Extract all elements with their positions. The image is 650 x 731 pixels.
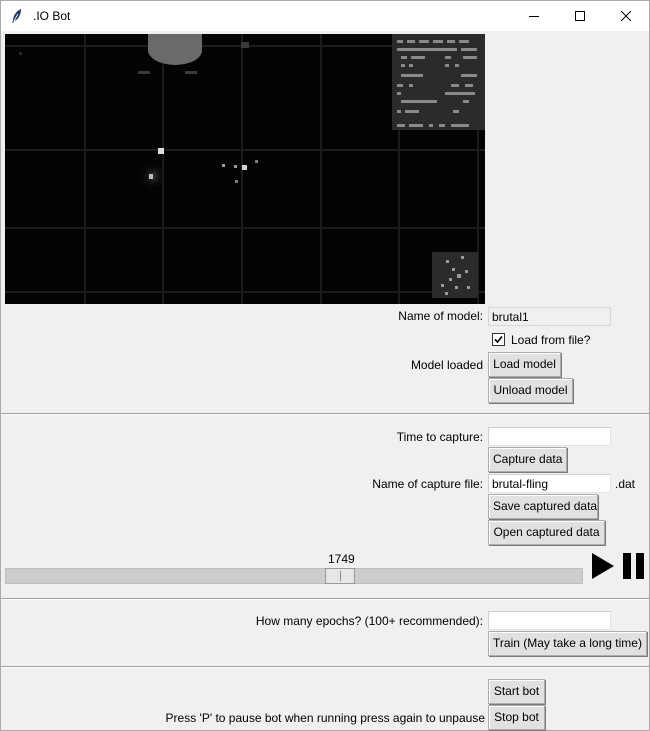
model-name-field[interactable]: brutal1 — [488, 307, 611, 326]
section-divider — [1, 666, 649, 668]
title-bar[interactable]: .IO Bot — [1, 1, 649, 31]
load-from-file-label: Load from file? — [511, 333, 591, 347]
epochs-label: How many epochs? (100+ recommended): — [255, 614, 483, 628]
model-status-text: Model loaded — [410, 358, 483, 372]
maximize-button[interactable] — [557, 1, 603, 31]
frame-slider-thumb[interactable] — [325, 568, 355, 584]
epochs-input[interactable] — [488, 611, 611, 630]
open-captured-data-button[interactable]: Open captured data — [488, 520, 605, 545]
capture-file-input[interactable]: brutal-fling — [488, 474, 611, 493]
close-icon — [621, 11, 631, 21]
train-button[interactable]: Train (May take a long time) — [488, 631, 647, 656]
capture-time-input[interactable] — [488, 427, 611, 446]
model-name-label: Name of model: — [398, 309, 483, 323]
file-extension-label: .dat — [615, 477, 636, 491]
minimize-button[interactable] — [511, 1, 557, 31]
load-model-button[interactable]: Load model — [488, 352, 561, 377]
game-capture-view — [5, 34, 485, 304]
app-window: .IO Bot Name of model: brutal1 Load from… — [0, 0, 650, 731]
window-title: .IO Bot — [33, 9, 71, 23]
section-divider — [1, 413, 649, 415]
stop-bot-button[interactable]: Stop bot — [488, 705, 545, 730]
pause-icon[interactable] — [621, 551, 647, 584]
close-button[interactable] — [603, 1, 649, 31]
frame-value-label: 1749 — [328, 552, 355, 566]
save-captured-data-button[interactable]: Save captured data — [488, 494, 598, 519]
checkmark-icon — [494, 335, 503, 344]
maximize-icon — [575, 11, 585, 21]
capture-time-label: Time to capture: — [396, 430, 483, 444]
feather-icon — [10, 8, 24, 24]
minimize-icon — [529, 16, 539, 17]
unload-model-button[interactable]: Unload model — [488, 378, 573, 403]
capture-file-label: Name of capture file: — [372, 477, 483, 491]
start-bot-button[interactable]: Start bot — [488, 679, 545, 704]
frame-slider[interactable] — [5, 568, 583, 584]
play-icon[interactable] — [590, 551, 616, 584]
capture-data-button[interactable]: Capture data — [488, 447, 567, 472]
load-from-file-checkbox[interactable] — [492, 333, 505, 346]
pause-hint-text: Press 'P' to pause bot when running pres… — [165, 711, 485, 725]
section-divider — [1, 598, 649, 600]
